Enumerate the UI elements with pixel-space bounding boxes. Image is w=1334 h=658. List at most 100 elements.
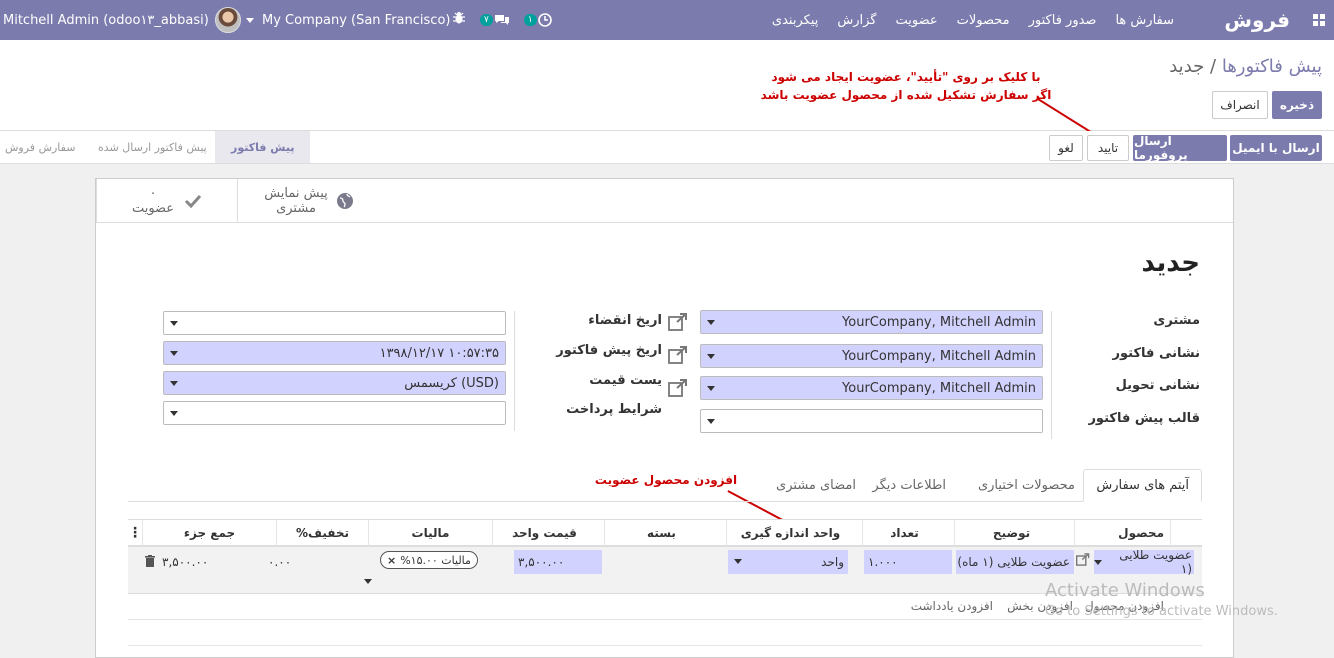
breadcrumb-separator: /: [1210, 56, 1217, 77]
customer-preview-button[interactable]: پیش نمایش مشتری: [237, 179, 380, 222]
unit-price-cell[interactable]: ۳,۵۰۰.۰۰: [514, 550, 602, 574]
trash-icon[interactable]: [145, 555, 155, 567]
col-quantity[interactable]: تعداد: [862, 520, 954, 546]
payment-terms-field[interactable]: [163, 401, 506, 425]
check-icon: [185, 194, 202, 208]
external-link-icon[interactable]: [668, 313, 688, 331]
tax-tag[interactable]: مالیات ۱۵.۰۰% ×: [380, 551, 478, 569]
discount-cell[interactable]: ۰.۰۰: [268, 550, 328, 574]
activation-watermark-title: Activate Windows: [1045, 580, 1205, 601]
col-description[interactable]: توضیح: [954, 520, 1074, 546]
tax-value: مالیات ۱۵.۰۰%: [400, 553, 471, 567]
activity-count-badge: ۱: [523, 14, 537, 26]
pricelist-field[interactable]: کریسمس (USD): [163, 371, 506, 395]
page-title: جدید: [1141, 248, 1200, 278]
close-icon[interactable]: ×: [387, 554, 396, 567]
bug-icon[interactable]: [452, 11, 466, 29]
uom-value: واحد: [821, 555, 844, 569]
preview-label-line1: پیش نمایش: [264, 185, 328, 201]
tab-order-lines[interactable]: آیتم های سفارش: [1083, 469, 1202, 502]
tab-other-info[interactable]: اطلاعات دیگر: [872, 469, 946, 502]
table-row[interactable]: عضویت طلایی (۱ عضویت طلایی (۱ ماه) ۱.۰۰۰…: [128, 547, 1202, 594]
uom-cell[interactable]: واحد: [728, 550, 848, 574]
membership-count: ۰: [149, 185, 157, 201]
tab-optional-products[interactable]: محصولات اختیاری: [978, 469, 1075, 502]
breadcrumb-current: جدید: [1169, 56, 1205, 77]
send-email-button[interactable]: ارسال با ایمیل: [1230, 135, 1322, 161]
external-link-icon[interactable]: [1076, 553, 1090, 566]
col-subtotal[interactable]: جمع جزء: [142, 520, 276, 546]
quotation-template-field[interactable]: [700, 409, 1043, 433]
chevron-down-icon: [707, 419, 715, 424]
handle-column: [1170, 520, 1202, 546]
chevron-down-icon: [707, 386, 715, 391]
tax-dropdown-icon[interactable]: [364, 579, 372, 584]
chat-count-badge: ۷: [480, 14, 493, 26]
expiration-field[interactable]: [163, 311, 506, 335]
menu-reporting[interactable]: گزارش: [837, 13, 876, 28]
user-menu[interactable]: Mitchell Admin (odoo۱۳_abbasi): [3, 0, 241, 40]
company-switcher[interactable]: My Company (San Francisco): [246, 0, 450, 40]
customer-label: مشتری: [1153, 313, 1200, 328]
breadcrumb-parent[interactable]: پیش فاکتورها: [1222, 56, 1322, 77]
delivery-address-field[interactable]: YourCompany, Mitchell Admin: [700, 376, 1043, 400]
table-divider: [128, 645, 1202, 646]
col-product[interactable]: محصول: [1074, 520, 1170, 546]
cancel-button[interactable]: لغو: [1049, 135, 1083, 161]
apps-grid-icon[interactable]: [1312, 0, 1326, 40]
user-avatar: [214, 7, 241, 33]
control-panel: پیش فاکتورها / جدید ذخیره انصراف: [0, 40, 1334, 131]
quantity-cell[interactable]: ۱.۰۰۰: [864, 550, 952, 574]
save-button[interactable]: ذخیره: [1272, 91, 1322, 119]
add-note-link[interactable]: افزودن یادداشت: [911, 599, 993, 613]
table-divider: [128, 619, 1202, 620]
status-bar: ارسال با ایمیل ارسال پروفورما تایید لغو …: [0, 131, 1334, 164]
tab-customer-signature[interactable]: امضای مشتری: [776, 469, 856, 502]
chat-icon: [494, 15, 509, 25]
stage-quotation-sent[interactable]: پیش فاکتور ارسال شده: [98, 131, 207, 163]
stage-sale-order[interactable]: سفارش فروش: [5, 131, 75, 163]
quotation-date-field[interactable]: ۱۳۹۸/۱۲/۱۷ ۱۰:۵۷:۳۵: [163, 341, 506, 365]
delivery-address-label: نشانی تحویل: [1115, 378, 1200, 393]
chat-menu[interactable]: ۷: [480, 13, 510, 27]
invoice-address-field[interactable]: YourCompany, Mitchell Admin: [700, 344, 1043, 368]
customer-field[interactable]: YourCompany, Mitchell Admin: [700, 310, 1043, 334]
menu-membership[interactable]: عضویت: [895, 13, 937, 28]
preview-label-line2: مشتری: [276, 200, 316, 216]
quotation-date-value: ۱۳۹۸/۱۲/۱۷ ۱۰:۵۷:۳۵: [379, 345, 499, 361]
menu-configuration[interactable]: پیکربندی: [772, 13, 818, 28]
activity-menu[interactable]: ۱: [523, 13, 552, 27]
menu-invoicing[interactable]: صدور فاکتور: [1029, 13, 1097, 28]
quotation-date-label: اریخ پیش فاکتور: [556, 343, 662, 358]
column-options-icon[interactable]: ⋮: [128, 520, 142, 546]
membership-button[interactable]: ۰ عضویت: [96, 179, 237, 222]
quotation-template-label: قالب پیش فاکتور: [1088, 411, 1200, 426]
product-value: عضویت طلایی (۱: [1119, 548, 1192, 576]
subtotal-cell: ۳,۵۰۰.۰۰: [162, 555, 209, 569]
chevron-down-icon: [246, 17, 254, 23]
chevron-down-icon: [170, 411, 178, 416]
globe-icon: [336, 192, 353, 209]
expiration-label: اریخ انقضاء: [588, 313, 662, 328]
col-package[interactable]: بسته: [604, 520, 726, 546]
chevron-down-icon: [170, 351, 178, 356]
discard-button[interactable]: انصراف: [1212, 91, 1268, 119]
col-uom[interactable]: واحد اندازه گیری: [726, 520, 862, 546]
product-cell[interactable]: عضویت طلایی (۱: [1094, 548, 1194, 576]
external-link-icon[interactable]: [668, 346, 688, 364]
app-brand[interactable]: فروش: [1224, 0, 1290, 40]
confirm-button[interactable]: تایید: [1087, 135, 1129, 161]
external-link-icon[interactable]: [668, 379, 688, 397]
smart-buttons-divider: [96, 222, 1233, 223]
col-unit-price[interactable]: قیمت واحد: [492, 520, 604, 546]
stage-quotation[interactable]: پیش فاکتور: [215, 131, 311, 163]
chevron-down-icon: [707, 320, 715, 325]
col-discount[interactable]: تخفیف%: [276, 520, 368, 546]
menu-products[interactable]: محصولات: [957, 13, 1010, 28]
notebook-tabs: آیتم های سفارش محصولات اختیاری اطلاعات د…: [128, 469, 1202, 502]
menu-orders[interactable]: سفارش ها: [1115, 13, 1174, 28]
col-taxes[interactable]: مالیات: [368, 520, 492, 546]
user-name: Mitchell Admin (odoo۱۳_abbasi): [3, 12, 209, 28]
send-proforma-button[interactable]: ارسال پروفورما: [1133, 134, 1227, 162]
description-cell[interactable]: عضویت طلایی (۱ ماه): [956, 550, 1074, 574]
